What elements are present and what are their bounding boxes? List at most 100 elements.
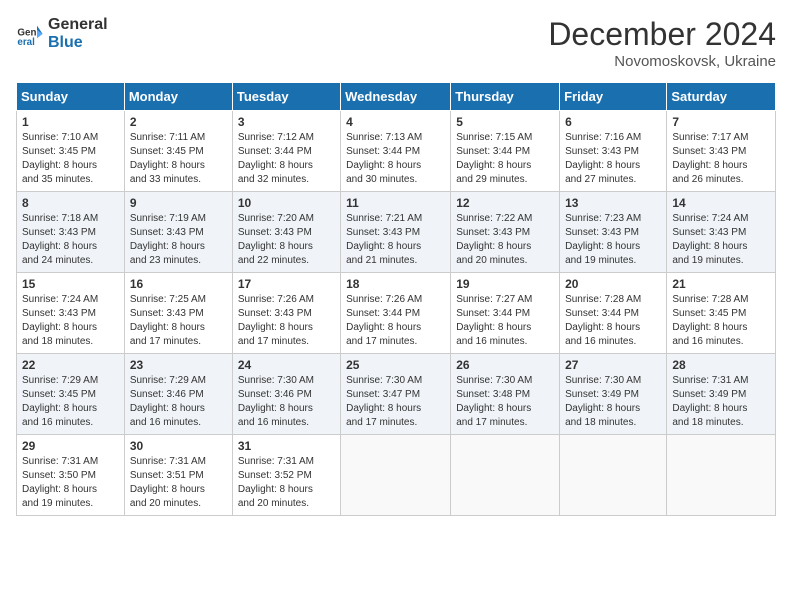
logo: Gen eral General Blue [16, 16, 108, 51]
title-block: December 2024 Novomoskovsk, Ukraine [548, 16, 776, 70]
day-info: Sunrise: 7:23 AM Sunset: 3:43 PM Dayligh… [565, 212, 661, 268]
day-number: 31 [238, 439, 335, 453]
calendar-cell: 20 Sunrise: 7:28 AM Sunset: 3:44 PM Dayli… [560, 273, 667, 354]
day-info: Sunrise: 7:10 AM Sunset: 3:45 PM Dayligh… [22, 131, 119, 187]
weekday-header-saturday: Saturday [667, 83, 776, 111]
day-number: 18 [346, 277, 445, 291]
day-number: 24 [238, 358, 335, 372]
calendar-cell: 11 Sunrise: 7:21 AM Sunset: 3:43 PM Dayli… [341, 192, 451, 273]
day-number: 25 [346, 358, 445, 372]
calendar-cell: 12 Sunrise: 7:22 AM Sunset: 3:43 PM Dayli… [451, 192, 560, 273]
weekday-header-thursday: Thursday [451, 83, 560, 111]
day-info: Sunrise: 7:13 AM Sunset: 3:44 PM Dayligh… [346, 131, 445, 187]
day-info: Sunrise: 7:12 AM Sunset: 3:44 PM Dayligh… [238, 131, 335, 187]
logo-icon: Gen eral [16, 20, 44, 48]
calendar-cell: 21 Sunrise: 7:28 AM Sunset: 3:45 PM Dayli… [667, 273, 776, 354]
month-year-title: December 2024 [548, 16, 776, 53]
day-number: 26 [456, 358, 554, 372]
weekday-header-monday: Monday [124, 83, 232, 111]
day-number: 11 [346, 196, 445, 210]
day-number: 22 [22, 358, 119, 372]
calendar-cell: 10Sunrise: 7:20 AM Sunset: 3:43 PM Dayli… [232, 192, 340, 273]
day-number: 16 [130, 277, 227, 291]
day-number: 2 [130, 115, 227, 129]
calendar-cell: 18 Sunrise: 7:26 AM Sunset: 3:44 PM Dayli… [341, 273, 451, 354]
day-info: Sunrise: 7:30 AM Sunset: 3:46 PM Dayligh… [238, 374, 335, 430]
day-number: 20 [565, 277, 661, 291]
calendar-cell: 22 Sunrise: 7:29 AM Sunset: 3:45 PM Dayli… [17, 354, 125, 435]
day-number: 3 [238, 115, 335, 129]
calendar-cell [341, 435, 451, 516]
calendar-week-row: 22 Sunrise: 7:29 AM Sunset: 3:45 PM Dayli… [17, 354, 776, 435]
calendar-cell: 16 Sunrise: 7:25 AM Sunset: 3:43 PM Dayli… [124, 273, 232, 354]
day-info: Sunrise: 7:30 AM Sunset: 3:48 PM Dayligh… [456, 374, 554, 430]
calendar-cell: 19Sunrise: 7:27 AM Sunset: 3:44 PM Dayli… [451, 273, 560, 354]
day-info: Sunrise: 7:28 AM Sunset: 3:45 PM Dayligh… [672, 293, 770, 349]
calendar-cell: 4 Sunrise: 7:13 AM Sunset: 3:44 PM Daylig… [341, 111, 451, 192]
calendar-week-row: 1 Sunrise: 7:10 AM Sunset: 3:45 PM Daylig… [17, 111, 776, 192]
day-number: 27 [565, 358, 661, 372]
day-info: Sunrise: 7:31 AM Sunset: 3:50 PM Dayligh… [22, 455, 119, 511]
day-number: 8 [22, 196, 119, 210]
calendar-cell: 26 Sunrise: 7:30 AM Sunset: 3:48 PM Dayli… [451, 354, 560, 435]
day-info: Sunrise: 7:29 AM Sunset: 3:46 PM Dayligh… [130, 374, 227, 430]
day-number: 30 [130, 439, 227, 453]
calendar-cell: 15Sunrise: 7:24 AM Sunset: 3:43 PM Dayli… [17, 273, 125, 354]
day-number: 1 [22, 115, 119, 129]
day-number: 9 [130, 196, 227, 210]
calendar-cell: 3 Sunrise: 7:12 AM Sunset: 3:44 PM Daylig… [232, 111, 340, 192]
day-info: Sunrise: 7:28 AM Sunset: 3:44 PM Dayligh… [565, 293, 661, 349]
calendar-cell: 29 Sunrise: 7:31 AM Sunset: 3:50 PM Dayli… [17, 435, 125, 516]
calendar-cell: 30Sunrise: 7:31 AM Sunset: 3:51 PM Dayli… [124, 435, 232, 516]
calendar-cell: 6Sunrise: 7:16 AM Sunset: 3:43 PM Daylig… [560, 111, 667, 192]
calendar-cell [451, 435, 560, 516]
calendar-cell: 28Sunrise: 7:31 AM Sunset: 3:49 PM Dayli… [667, 354, 776, 435]
calendar-cell: 13Sunrise: 7:23 AM Sunset: 3:43 PM Dayli… [560, 192, 667, 273]
calendar-cell: 14 Sunrise: 7:24 AM Sunset: 3:43 PM Dayli… [667, 192, 776, 273]
calendar-week-row: 8 Sunrise: 7:18 AM Sunset: 3:43 PM Daylig… [17, 192, 776, 273]
day-info: Sunrise: 7:18 AM Sunset: 3:43 PM Dayligh… [22, 212, 119, 268]
day-info: Sunrise: 7:15 AM Sunset: 3:44 PM Dayligh… [456, 131, 554, 187]
day-info: Sunrise: 7:30 AM Sunset: 3:47 PM Dayligh… [346, 374, 445, 430]
calendar-cell: 8 Sunrise: 7:18 AM Sunset: 3:43 PM Daylig… [17, 192, 125, 273]
day-number: 29 [22, 439, 119, 453]
calendar-cell [560, 435, 667, 516]
calendar-table: SundayMondayTuesdayWednesdayThursdayFrid… [16, 82, 776, 516]
day-number: 5 [456, 115, 554, 129]
day-number: 14 [672, 196, 770, 210]
calendar-cell: 5 Sunrise: 7:15 AM Sunset: 3:44 PM Daylig… [451, 111, 560, 192]
day-info: Sunrise: 7:31 AM Sunset: 3:52 PM Dayligh… [238, 455, 335, 511]
calendar-cell: 31 Sunrise: 7:31 AM Sunset: 3:52 PM Dayli… [232, 435, 340, 516]
weekday-header-tuesday: Tuesday [232, 83, 340, 111]
day-info: Sunrise: 7:11 AM Sunset: 3:45 PM Dayligh… [130, 131, 227, 187]
day-number: 4 [346, 115, 445, 129]
day-info: Sunrise: 7:26 AM Sunset: 3:43 PM Dayligh… [238, 293, 335, 349]
day-number: 17 [238, 277, 335, 291]
location-subtitle: Novomoskovsk, Ukraine [548, 53, 776, 70]
day-number: 6 [565, 115, 661, 129]
weekday-header-friday: Friday [560, 83, 667, 111]
day-info: Sunrise: 7:29 AM Sunset: 3:45 PM Dayligh… [22, 374, 119, 430]
day-number: 10 [238, 196, 335, 210]
logo-text-line2: Blue [48, 34, 108, 52]
day-info: Sunrise: 7:31 AM Sunset: 3:49 PM Dayligh… [672, 374, 770, 430]
day-info: Sunrise: 7:26 AM Sunset: 3:44 PM Dayligh… [346, 293, 445, 349]
day-number: 21 [672, 277, 770, 291]
day-number: 19 [456, 277, 554, 291]
calendar-week-row: 15Sunrise: 7:24 AM Sunset: 3:43 PM Dayli… [17, 273, 776, 354]
day-info: Sunrise: 7:30 AM Sunset: 3:49 PM Dayligh… [565, 374, 661, 430]
calendar-cell: 2 Sunrise: 7:11 AM Sunset: 3:45 PM Daylig… [124, 111, 232, 192]
weekday-header-wednesday: Wednesday [341, 83, 451, 111]
day-info: Sunrise: 7:24 AM Sunset: 3:43 PM Dayligh… [22, 293, 119, 349]
day-number: 23 [130, 358, 227, 372]
calendar-cell: 23 Sunrise: 7:29 AM Sunset: 3:46 PM Dayli… [124, 354, 232, 435]
day-info: Sunrise: 7:25 AM Sunset: 3:43 PM Dayligh… [130, 293, 227, 349]
weekday-header-sunday: Sunday [17, 83, 125, 111]
day-number: 7 [672, 115, 770, 129]
day-info: Sunrise: 7:21 AM Sunset: 3:43 PM Dayligh… [346, 212, 445, 268]
weekday-header-row: SundayMondayTuesdayWednesdayThursdayFrid… [17, 83, 776, 111]
day-info: Sunrise: 7:24 AM Sunset: 3:43 PM Dayligh… [672, 212, 770, 268]
calendar-cell [667, 435, 776, 516]
day-info: Sunrise: 7:22 AM Sunset: 3:43 PM Dayligh… [456, 212, 554, 268]
day-number: 12 [456, 196, 554, 210]
